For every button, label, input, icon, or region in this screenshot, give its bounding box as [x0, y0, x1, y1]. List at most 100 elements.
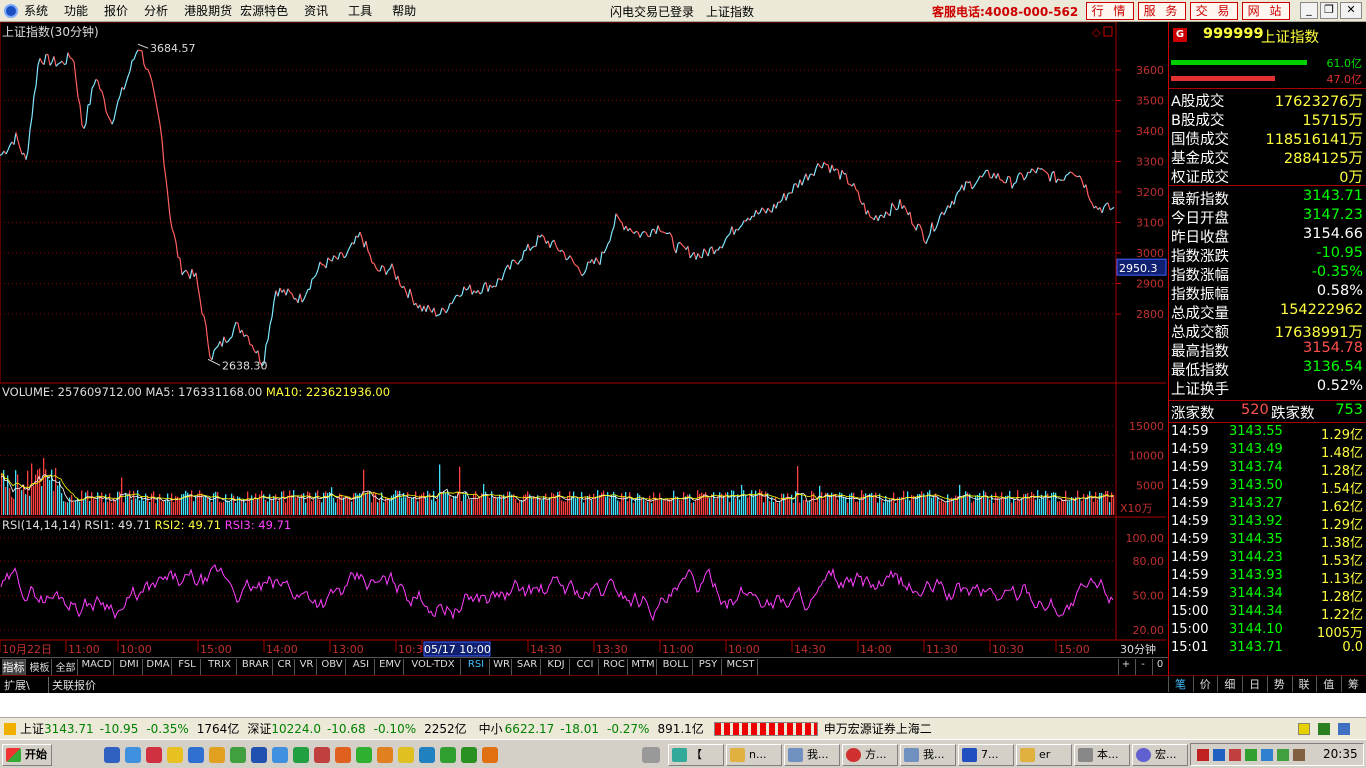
quote-button[interactable]: 行 情	[1086, 2, 1134, 20]
quick-launch-icon[interactable]	[125, 747, 141, 763]
indicator-tab-sar[interactable]: SAR	[514, 659, 541, 675]
taskbar-window-2[interactable]: n...	[726, 744, 782, 766]
price-segment	[521, 250, 525, 260]
tray-icon[interactable]	[1261, 749, 1273, 761]
indicator-tab-dmi[interactable]: DMI	[116, 659, 143, 675]
quick-launch-icon[interactable]	[272, 747, 288, 763]
menu-item-function[interactable]: 功能	[64, 2, 88, 19]
zoom-control[interactable]: -	[1135, 659, 1150, 675]
side-tab[interactable]: 联	[1291, 676, 1316, 692]
trade-button[interactable]: 交 易	[1190, 2, 1238, 20]
quick-launch-icon[interactable]	[461, 747, 477, 763]
tray-icon[interactable]	[1293, 749, 1305, 761]
quick-launch-icon[interactable]	[482, 747, 498, 763]
close-icon[interactable]: ✕	[1340, 2, 1362, 19]
indicator-tab-obv[interactable]: OBV	[319, 659, 346, 675]
indicator-tab-[interactable]: 指标	[2, 659, 26, 675]
taskbar-window-1[interactable]: 【	[668, 744, 724, 766]
side-tab[interactable]: 细	[1217, 676, 1241, 692]
quick-launch-icon[interactable]	[188, 747, 204, 763]
menu-item-system[interactable]: 系统	[24, 2, 48, 19]
indicator-tab-macd[interactable]: MACD	[80, 659, 114, 675]
side-tab[interactable]: 笔	[1168, 676, 1192, 692]
quick-launch-icon[interactable]	[209, 747, 225, 763]
quick-launch-icon[interactable]	[356, 747, 372, 763]
taskbar-window-3[interactable]: 我...	[784, 744, 840, 766]
side-tab[interactable]: 势	[1266, 676, 1291, 692]
tray-icon[interactable]	[1277, 749, 1289, 761]
side-tab[interactable]: 价	[1192, 676, 1217, 692]
quick-launch-icon[interactable]	[440, 747, 456, 763]
indicator-tab-[interactable]: 模板	[28, 659, 52, 675]
volume-bar	[445, 492, 447, 515]
indicator-tab-emv[interactable]: EMV	[377, 659, 404, 675]
taskbar-window-4[interactable]: 方...	[842, 744, 898, 766]
service-button[interactable]: 服 务	[1138, 2, 1186, 20]
menu-item-help[interactable]: 帮助	[392, 2, 416, 19]
zoom-control[interactable]: +	[1118, 659, 1133, 675]
keyboard-icon[interactable]	[642, 747, 660, 763]
menu-item-info[interactable]: 资讯	[304, 2, 328, 19]
tray-icon[interactable]	[1229, 749, 1241, 761]
extension-tab[interactable]: 扩展\	[4, 677, 30, 693]
side-tab[interactable]: 筹	[1340, 676, 1365, 692]
taskbar-window-5[interactable]: 我...	[900, 744, 956, 766]
chart-diamond-icon[interactable]: ◇	[1092, 26, 1101, 39]
chart-window-icon[interactable]	[1103, 26, 1113, 37]
menu-item-analysis[interactable]: 分析	[144, 2, 168, 19]
indicator-tab-roc[interactable]: ROC	[601, 659, 628, 675]
volume-bar	[363, 469, 365, 515]
zoom-control[interactable]: 0	[1152, 659, 1167, 675]
website-button[interactable]: 网 站	[1242, 2, 1290, 20]
tray-icon[interactable]	[1197, 749, 1209, 761]
menu-item-quote[interactable]: 报价	[104, 2, 128, 19]
side-tab[interactable]: 值	[1316, 676, 1340, 692]
volume-bar	[821, 492, 823, 515]
indicator-tab-vr[interactable]: VR	[297, 659, 317, 675]
quick-launch-icon[interactable]	[104, 747, 120, 763]
quick-launch-icon[interactable]	[377, 747, 393, 763]
quick-launch-icon[interactable]	[335, 747, 351, 763]
indicator-tab-cci[interactable]: CCI	[572, 659, 599, 675]
tray-icon[interactable]	[1245, 749, 1257, 761]
restore-icon[interactable]: ❐	[1320, 2, 1338, 19]
indicator-tab-trix[interactable]: TRIX	[203, 659, 237, 675]
side-tab[interactable]: 日	[1242, 676, 1266, 692]
indicator-tab-[interactable]: 全部	[54, 659, 78, 675]
indicator-tab-rsi[interactable]: RSI	[463, 659, 490, 675]
quick-launch-icon[interactable]	[293, 747, 309, 763]
menu-item-hk-futures[interactable]: 港股期货	[184, 2, 232, 19]
quick-launch-icon[interactable]	[398, 747, 414, 763]
taskbar-window-8[interactable]: 本...	[1074, 744, 1130, 766]
menu-item-special[interactable]: 宏源特色	[240, 2, 288, 19]
indicator-tab-asi[interactable]: ASI	[348, 659, 375, 675]
quick-launch-icon[interactable]	[167, 747, 183, 763]
quick-launch-icon[interactable]	[230, 747, 246, 763]
indicator-tab-cr[interactable]: CR	[275, 659, 295, 675]
indicator-tab-brar[interactable]: BRAR	[239, 659, 273, 675]
quick-launch-icon[interactable]	[419, 747, 435, 763]
tray-icon[interactable]	[1213, 749, 1225, 761]
indicator-tab-mtm[interactable]: MTM	[630, 659, 657, 675]
indicator-tab-mcst[interactable]: MCST	[724, 659, 758, 675]
indicator-tab-kdj[interactable]: KDJ	[543, 659, 570, 675]
chart-area[interactable]: 3600 3500 3400 3300 3200 3100 3000 2900 2800 上证指数…	[0, 21, 1168, 657]
quick-launch-icon[interactable]	[314, 747, 330, 763]
quick-launch-icon[interactable]	[251, 747, 267, 763]
menu-item-tools[interactable]: 工具	[348, 2, 372, 19]
minimize-icon[interactable]: _	[1300, 2, 1318, 19]
lock-icon[interactable]	[1298, 722, 1310, 735]
related-quote-tab[interactable]: 关联报价	[48, 677, 96, 693]
indicator-tab-voltdx[interactable]: VOL-TDX	[406, 659, 461, 675]
start-button[interactable]: 开始	[2, 744, 52, 766]
indicator-tab-psy[interactable]: PSY	[695, 659, 722, 675]
quick-launch-icon[interactable]	[146, 747, 162, 763]
taskbar-window-7[interactable]: er	[1016, 744, 1072, 766]
chart-canvas[interactable]: 3600 3500 3400 3300 3200 3100 3000 2900 2800 上证指数…	[0, 21, 1168, 657]
indicator-tab-dma[interactable]: DMA	[145, 659, 172, 675]
taskbar-window-6[interactable]: 7...	[958, 744, 1014, 766]
indicator-tab-boll[interactable]: BOLL	[659, 659, 693, 675]
taskbar-window-9[interactable]: 宏...	[1132, 744, 1188, 766]
indicator-tab-wr[interactable]: WR	[492, 659, 512, 675]
indicator-tab-fsl[interactable]: FSL	[174, 659, 201, 675]
